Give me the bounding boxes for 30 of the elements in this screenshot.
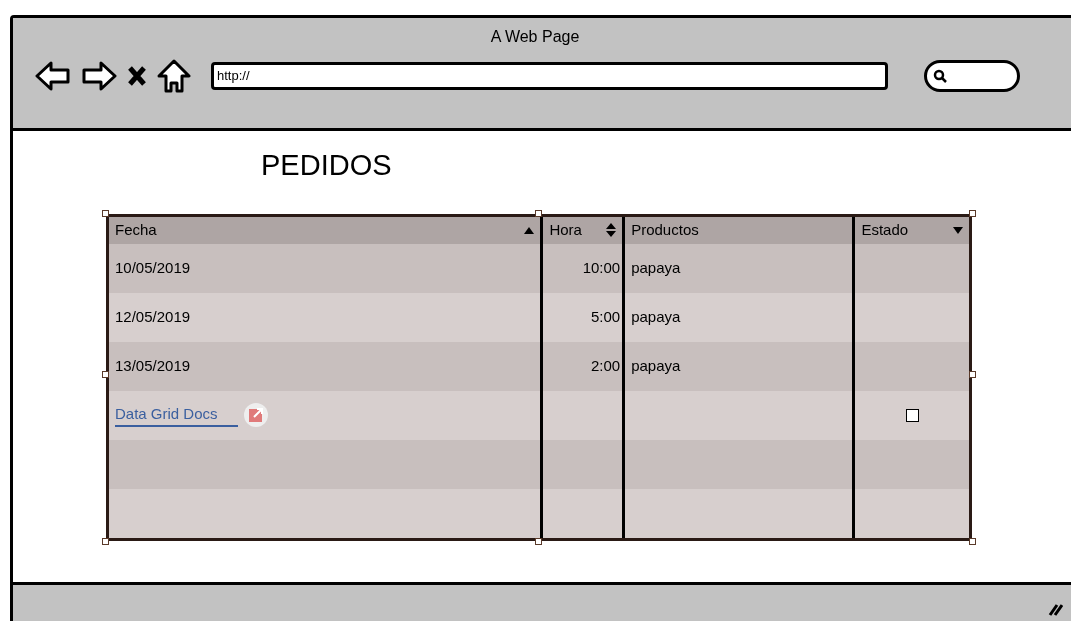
- close-icon[interactable]: [127, 65, 147, 87]
- column-header[interactable]: Fecha: [109, 216, 541, 244]
- back-icon[interactable]: [35, 60, 71, 92]
- checkbox[interactable]: [905, 408, 919, 422]
- external-link-icon: [243, 403, 268, 428]
- resize-handle[interactable]: [535, 537, 542, 545]
- table-cell-text: 13/05/2019: [115, 355, 191, 376]
- table-cell-text: papaya: [631, 355, 681, 376]
- resize-handle[interactable]: [102, 370, 109, 378]
- resize-handle[interactable]: [102, 537, 109, 545]
- docs-link[interactable]: Data Grid Docs: [115, 402, 238, 428]
- table-cell-text: 10/05/2019: [115, 257, 191, 278]
- window-title: A Web Page: [489, 27, 581, 47]
- resize-handle[interactable]: [969, 209, 976, 217]
- resize-handle[interactable]: [535, 209, 542, 217]
- table-cell-text: 5:00: [590, 306, 621, 327]
- table-cell-text: 12/05/2019: [115, 306, 191, 327]
- table-cell-text: 2:00: [590, 355, 621, 376]
- table-cell-text: 10:00: [582, 257, 621, 278]
- resize-handle[interactable]: [969, 370, 976, 378]
- forward-icon[interactable]: [81, 60, 117, 92]
- resize-handle[interactable]: [969, 537, 976, 545]
- table-cell-text: papaya: [631, 257, 681, 278]
- address-field[interactable]: http://: [211, 62, 888, 90]
- search-icon: [933, 69, 947, 83]
- resize-handle[interactable]: [102, 209, 109, 217]
- page-heading: PEDIDOS: [261, 150, 392, 180]
- search-field[interactable]: [924, 60, 1020, 92]
- home-icon[interactable]: [157, 59, 191, 93]
- table-cell-text: papaya: [631, 306, 681, 327]
